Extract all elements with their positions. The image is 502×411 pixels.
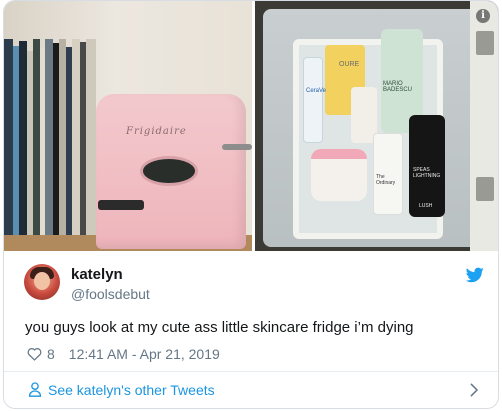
embedded-tweet-card[interactable]: Frigidaire OURE CeraVe MARIO BADESCU The… — [3, 0, 499, 409]
door-hinge-bottom — [476, 177, 494, 201]
tweet-meta-row: 8 12:41 AM - Apr 21, 2019 — [27, 345, 220, 363]
product-label: CeraVe — [306, 88, 327, 94]
see-other-tweets-label: See katelyn's other Tweets — [48, 382, 215, 398]
fridge-interior: OURE CeraVe MARIO BADESCU The Ordinary S… — [263, 9, 485, 247]
author-display-name[interactable]: katelyn — [71, 266, 123, 283]
product-pink-jar — [311, 149, 367, 201]
person-icon — [28, 382, 42, 397]
tweet-media: Frigidaire OURE CeraVe MARIO BADESCU The… — [4, 1, 498, 251]
chevron-right-icon — [470, 383, 478, 397]
product-label: LUSH — [419, 203, 433, 209]
product-black-bottle: SPEAS LIGHTNING LUSH — [409, 115, 445, 217]
fridge-handle — [98, 200, 144, 210]
product-dropper-bottle: The Ordinary — [373, 133, 403, 215]
product-label: SPEAS LIGHTNING — [413, 167, 441, 179]
info-icon[interactable]: i — [476, 9, 490, 23]
product-label: OURE — [339, 61, 360, 68]
fridge-brand-logo: Frigidaire — [126, 126, 187, 137]
record-sleeves — [4, 39, 104, 251]
like-count[interactable]: 8 — [47, 346, 55, 362]
pink-mini-fridge: Frigidaire — [96, 94, 252, 249]
fridge-hinge — [222, 144, 252, 150]
avatar[interactable] — [24, 264, 60, 300]
product-label: The Ordinary — [376, 174, 396, 186]
see-other-tweets-link[interactable]: See katelyn's other Tweets — [4, 372, 498, 408]
photo-mini-fridge[interactable]: Frigidaire — [4, 1, 252, 251]
author-handle[interactable]: @foolsdebut — [71, 286, 150, 302]
tweet-text: you guys look at my cute ass little skin… — [25, 319, 414, 336]
fridge-door-edge — [470, 1, 498, 251]
product-cerave-tube: CeraVe — [303, 57, 327, 143]
twitter-bird-icon[interactable] — [466, 267, 484, 283]
door-hinge-top — [476, 31, 494, 55]
tweet-timestamp[interactable]: 12:41 AM - Apr 21, 2019 — [69, 346, 220, 362]
heart-icon[interactable] — [27, 347, 42, 361]
fridge-window — [140, 156, 198, 186]
photo-fridge-contents[interactable]: OURE CeraVe MARIO BADESCU The Ordinary S… — [255, 1, 498, 251]
product-label: MARIO BADESCU — [383, 81, 413, 93]
